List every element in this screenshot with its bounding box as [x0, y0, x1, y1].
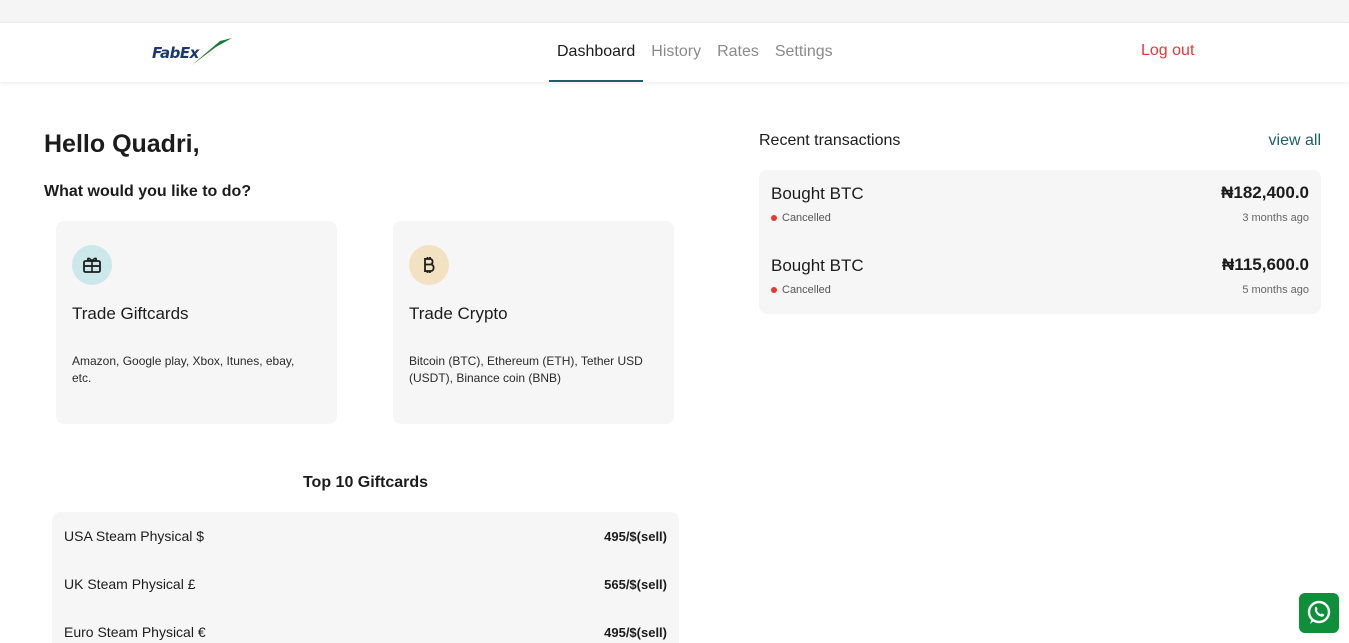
card-title: Trade Giftcards — [72, 304, 189, 323]
whatsapp-icon — [1307, 600, 1331, 624]
transaction-label: Bought BTC — [771, 184, 864, 203]
transaction-label: Bought BTC — [771, 256, 864, 275]
giftcard-rate: 495/$(sell) — [604, 528, 667, 544]
transaction-row[interactable]: Bought BTC ₦182,400.0 Cancelled 3 months… — [759, 170, 1321, 242]
giftcard-name: USA Steam Physical $ — [64, 528, 205, 544]
nav-dashboard[interactable]: Dashboard — [549, 23, 644, 82]
top-strip — [0, 0, 1349, 23]
transaction-time: 3 months ago — [1242, 212, 1309, 224]
top10-title: Top 10 Giftcards — [302, 474, 429, 491]
action-prompt: What would you like to do? — [44, 183, 252, 200]
transaction-row[interactable]: Bought BTC ₦115,600.0 Cancelled 5 months… — [759, 242, 1321, 314]
card-description: Amazon, Google play, Xbox, Itunes, ebay,… — [72, 354, 295, 385]
recent-transactions-list: Bought BTC ₦182,400.0 Cancelled 3 months… — [759, 170, 1321, 314]
fabex-logo[interactable]: FabEx — [152, 37, 236, 67]
card-description: Bitcoin (BTC), Ethereum (ETH), Tether US… — [409, 354, 643, 385]
giftcard-name: UK Steam Physical £ — [64, 576, 196, 592]
top10-giftcards-list: USA Steam Physical $ 495/$(sell) UK Stea… — [52, 512, 679, 643]
status-dot-icon — [771, 215, 777, 221]
transaction-amount: ₦115,600.0 — [1222, 255, 1309, 274]
nav-history[interactable]: History — [643, 23, 709, 82]
nav-settings[interactable]: Settings — [767, 23, 841, 82]
trade-crypto-card[interactable]: Trade Crypto Bitcoin (BTC), Ethereum (ET… — [393, 221, 674, 424]
status-text: Cancelled — [782, 284, 831, 296]
greeting: Hello Quadri, — [44, 130, 200, 158]
bitcoin-icon — [409, 245, 449, 285]
logout-button[interactable]: Log out — [1141, 42, 1194, 60]
status-badge: Cancelled — [771, 212, 831, 224]
recent-transactions-title: Recent transactions — [759, 132, 901, 149]
transaction-time: 5 months ago — [1242, 284, 1309, 296]
nav-rates[interactable]: Rates — [709, 23, 767, 82]
transaction-amount: ₦182,400.0 — [1221, 183, 1309, 202]
status-text: Cancelled — [782, 212, 831, 224]
main-nav: Dashboard History Rates Settings — [549, 23, 841, 82]
view-all-link[interactable]: view all — [1269, 132, 1321, 150]
giftcard-rate: 565/$(sell) — [604, 576, 667, 592]
navbar: FabEx Dashboard History Rates Settings L… — [0, 23, 1349, 82]
trade-giftcards-card[interactable]: Trade Giftcards Amazon, Google play, Xbo… — [56, 221, 337, 424]
giftcard-name: Euro Steam Physical € — [64, 624, 206, 640]
list-item[interactable]: UK Steam Physical £ 565/$(sell) — [52, 560, 679, 608]
list-item[interactable]: Euro Steam Physical € 495/$(sell) — [52, 608, 679, 643]
list-item[interactable]: USA Steam Physical $ 495/$(sell) — [52, 512, 679, 560]
status-badge: Cancelled — [771, 284, 831, 296]
card-title: Trade Crypto — [409, 304, 508, 323]
giftcard-rate: 495/$(sell) — [604, 624, 667, 640]
logo-swoosh-icon — [192, 38, 232, 65]
gift-card-icon — [72, 245, 112, 285]
whatsapp-chat-button[interactable] — [1299, 593, 1339, 633]
status-dot-icon — [771, 287, 777, 293]
